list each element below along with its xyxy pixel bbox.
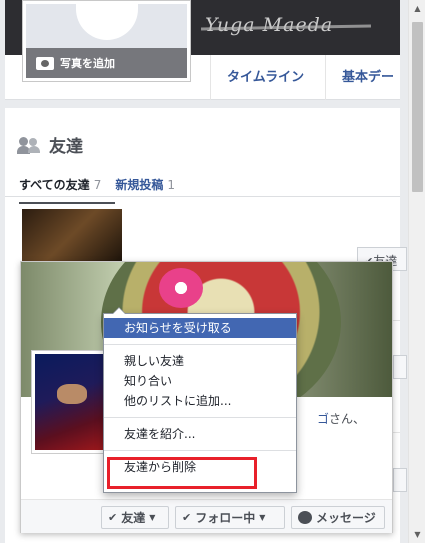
vertical-scrollbar[interactable]: ▲ ▼ xyxy=(408,0,425,543)
silhouette-icon xyxy=(76,4,138,40)
check-icon: ✔ xyxy=(182,511,192,524)
friends-subtabs: すべての友達 7 新規投稿 1 xyxy=(19,176,175,193)
check-icon: ✔ xyxy=(108,511,118,524)
chevron-down-icon: ▼ xyxy=(149,513,156,522)
hovercard-actions: ✔ 友達 ▼ ✔ フォロー中 ▼ メッセージ xyxy=(21,499,392,533)
menu-item-close-friends[interactable]: 親しい友達 xyxy=(104,351,296,371)
friends-heading: 友達 xyxy=(17,132,83,157)
tab-timeline[interactable]: タイムライン xyxy=(210,55,325,100)
default-avatar: 写真を追加 xyxy=(26,4,187,78)
messenger-icon xyxy=(298,511,312,524)
chevron-down-icon: ▼ xyxy=(259,513,266,522)
scroll-up-icon[interactable]: ▲ xyxy=(409,0,425,17)
divider xyxy=(5,196,400,197)
friends-title[interactable]: 友達 xyxy=(49,132,83,157)
friend-thumbnail[interactable] xyxy=(22,209,122,261)
menu-item-add-to-list[interactable]: 他のリストに追加... xyxy=(104,391,296,411)
profile-picture[interactable]: 写真を追加 xyxy=(22,0,191,82)
hovercard-name-link[interactable]: ゴ xyxy=(317,412,329,426)
active-subtab-indicator xyxy=(19,202,115,204)
friends-section: 友達 すべての友達 7 新規投稿 1 xyxy=(5,100,400,205)
menu-item-acquaintances[interactable]: 知り合い xyxy=(104,371,296,391)
message-button[interactable]: メッセージ xyxy=(291,506,385,529)
tab-about[interactable]: 基本デー xyxy=(325,55,400,100)
following-button[interactable]: ✔ フォロー中 ▼ xyxy=(175,506,285,529)
add-photo-button[interactable]: 写真を追加 xyxy=(26,48,187,78)
friends-icon xyxy=(17,136,41,154)
subtab-all-friends[interactable]: すべての友達 7 xyxy=(19,176,101,193)
menu-pointer xyxy=(112,307,126,314)
menu-separator xyxy=(104,344,296,345)
scroll-thumb[interactable] xyxy=(412,22,423,192)
add-photo-label: 写真を追加 xyxy=(60,57,115,70)
friend-row-button[interactable] xyxy=(393,355,407,379)
cover-art-flower xyxy=(159,268,203,308)
menu-item-suggest-friends[interactable]: 友達を紹介... xyxy=(104,424,296,444)
camera-icon xyxy=(36,56,54,70)
scroll-down-icon[interactable]: ▼ xyxy=(409,526,425,543)
menu-item-get-notifications[interactable]: お知らせを受け取る xyxy=(104,318,296,338)
subtab-recent-posts[interactable]: 新規投稿 1 xyxy=(115,176,175,193)
hovercard-name-text: ゴさん、 xyxy=(317,412,366,426)
highlight-annotation xyxy=(107,457,257,489)
menu-separator xyxy=(104,417,296,418)
menu-separator xyxy=(104,450,296,451)
friend-row-button[interactable] xyxy=(393,468,407,492)
friends-button[interactable]: ✔ 友達 ▼ xyxy=(101,506,169,529)
